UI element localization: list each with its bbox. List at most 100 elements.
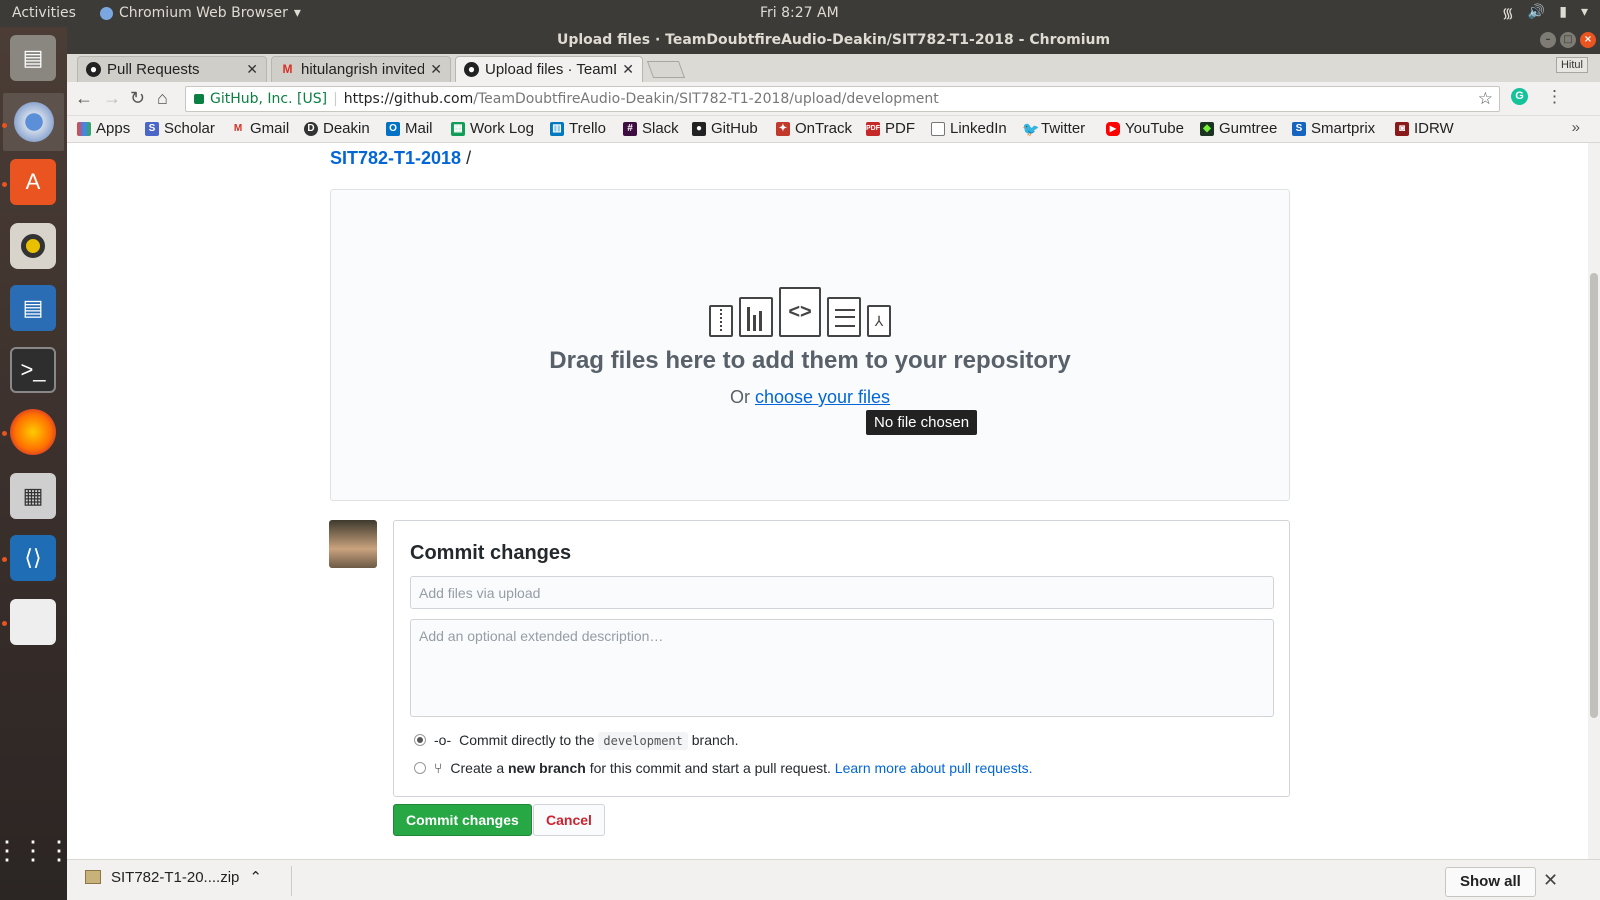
- bookmark-scholar[interactable]: S Scholar: [145, 120, 215, 137]
- cancel-button[interactable]: Cancel: [533, 804, 605, 836]
- commit-direct-radio[interactable]: [414, 734, 426, 746]
- zip-archive-icon: [85, 870, 101, 884]
- new-branch-option[interactable]: ⑂ Create a new branch for this commit an…: [414, 760, 1032, 776]
- system-top-bar: Activities Chromium Web Browser ▾ Fri 8:…: [0, 0, 1600, 27]
- browser-toolbar: ← → ↻ ⌂ GitHub, Inc. [US] | https://gith…: [67, 82, 1600, 116]
- minimize-button[interactable]: –: [1540, 32, 1556, 48]
- profile-button[interactable]: Hitul: [1555, 57, 1588, 73]
- bookmark-apps[interactable]: Apps: [77, 120, 130, 137]
- forward-icon[interactable]: →: [103, 88, 121, 109]
- system-tray[interactable]: ᯾ 🔊 ▮ ▾: [1502, 4, 1588, 23]
- bookmark-pdf[interactable]: PDF PDF: [866, 120, 915, 137]
- repo-link[interactable]: SIT782-T1-2018: [330, 148, 461, 168]
- app-menu[interactable]: Chromium Web Browser ▾: [100, 5, 301, 21]
- calculator-icon[interactable]: ▦: [10, 473, 56, 519]
- breadcrumb-separator: /: [466, 148, 472, 168]
- close-tab-icon[interactable]: ✕: [430, 61, 442, 78]
- files-icon[interactable]: ▤: [10, 35, 56, 81]
- tab-upload-files[interactable]: ● Upload files · TeamD ✕: [455, 56, 643, 82]
- rhythmbox-icon[interactable]: [10, 223, 56, 269]
- show-apps-icon[interactable]: ⋮⋮⋮: [0, 827, 72, 873]
- page-icon: [931, 121, 945, 136]
- bookmark-gumtree[interactable]: ◆ Gumtree: [1200, 120, 1277, 137]
- writer-icon[interactable]: ▤: [10, 285, 56, 331]
- tab-pull-requests[interactable]: ● Pull Requests ✕: [77, 56, 267, 82]
- bookmarks-overflow-icon[interactable]: »: [1572, 119, 1580, 136]
- scrollbar-thumb[interactable]: [1590, 273, 1598, 718]
- bookmark-github[interactable]: ● GitHub: [692, 120, 758, 137]
- close-tab-icon[interactable]: ✕: [622, 61, 634, 78]
- user-avatar[interactable]: [329, 520, 377, 568]
- running-indicator: [2, 621, 7, 626]
- document-icon[interactable]: [10, 599, 56, 645]
- chromium-launcher-icon[interactable]: [3, 93, 64, 151]
- bookmark-label: OnTrack: [795, 120, 852, 137]
- gumtree-icon: ◆: [1200, 121, 1214, 136]
- pdf-file-icon: ⅄: [867, 305, 891, 337]
- bookmark-mail[interactable]: O Mail: [386, 120, 433, 137]
- bookmark-trello[interactable]: ▥ Trello: [550, 120, 606, 137]
- bookmark-work-log[interactable]: ▦ Work Log: [451, 120, 534, 137]
- bookmark-ontrack[interactable]: ✦ OnTrack: [776, 120, 852, 137]
- learn-more-link[interactable]: Learn more about pull requests.: [835, 760, 1033, 776]
- home-icon[interactable]: ⌂: [157, 88, 168, 109]
- close-window-button[interactable]: ×: [1580, 32, 1596, 48]
- browser-menu-icon[interactable]: ⋮: [1546, 87, 1563, 107]
- commit-changes-button[interactable]: Commit changes: [393, 804, 532, 836]
- tab-label: Pull Requests: [107, 61, 200, 78]
- close-download-shelf-icon[interactable]: ✕: [1543, 870, 1558, 891]
- divider: |: [333, 91, 338, 107]
- page-content: SIT782-T1-2018 / <> ⅄ Drag files here to…: [67, 143, 1600, 859]
- bookmark-label: Gmail: [250, 120, 290, 137]
- grammarly-extension-icon[interactable]: G: [1511, 88, 1528, 105]
- bookmark-label: YouTube: [1125, 120, 1184, 137]
- clock[interactable]: Fri 8:27 AM: [760, 5, 839, 21]
- dock-launcher: ▤ A ▤ >_ ▦ ⟨⟩ ⋮⋮⋮: [0, 27, 72, 900]
- download-shelf: SIT782-T1-20....zip ⌃ Show all ✕: [67, 859, 1600, 900]
- bookmark-youtube[interactable]: ▶ YouTube: [1106, 120, 1184, 137]
- vscode-icon[interactable]: ⟨⟩: [10, 535, 56, 581]
- gmail-icon: M: [282, 62, 293, 76]
- bookmark-slack[interactable]: # Slack: [623, 120, 679, 137]
- tab-gmail[interactable]: M hitulangrish invited ✕: [271, 56, 451, 82]
- file-type-icons: <> ⅄: [709, 287, 891, 337]
- commit-description-textarea[interactable]: Add an optional extended description…: [410, 619, 1274, 717]
- show-all-downloads-button[interactable]: Show all: [1445, 867, 1536, 897]
- commit-direct-option[interactable]: -o- Commit directly to the development b…: [414, 732, 738, 750]
- bookmark-gmail[interactable]: M Gmail: [231, 120, 289, 137]
- bookmark-label: Scholar: [164, 120, 215, 137]
- file-drop-zone[interactable]: <> ⅄ Drag files here to add them to your…: [330, 189, 1290, 501]
- firefox-icon[interactable]: [10, 409, 56, 455]
- new-tab-button[interactable]: [646, 61, 686, 78]
- running-indicator: [2, 431, 7, 436]
- close-tab-icon[interactable]: ✕: [246, 61, 258, 78]
- choose-files-link[interactable]: choose your files: [755, 387, 890, 407]
- bookmark-smartprix[interactable]: S Smartprix: [1292, 120, 1375, 137]
- caret-down-icon: ▾: [293, 5, 301, 21]
- address-bar[interactable]: GitHub, Inc. [US] | https://github.com/T…: [185, 86, 1500, 112]
- back-icon[interactable]: ←: [75, 88, 93, 109]
- reload-icon[interactable]: ↻: [130, 88, 145, 109]
- commit-form: Commit changes Add files via upload Add …: [393, 520, 1290, 797]
- bookmark-twitter[interactable]: 🐦 Twitter: [1022, 120, 1085, 137]
- software-center-icon[interactable]: A: [10, 159, 56, 205]
- new-branch-radio[interactable]: [414, 762, 426, 774]
- commit-summary-input[interactable]: Add files via upload: [410, 576, 1274, 609]
- bookmark-deakin[interactable]: D Deakin: [304, 120, 370, 137]
- download-item[interactable]: SIT782-T1-20....zip ⌃: [85, 868, 262, 886]
- smartprix-icon: S: [1292, 121, 1306, 136]
- activities-button[interactable]: Activities: [12, 5, 76, 21]
- or-text: Or: [729, 387, 750, 407]
- vertical-scrollbar[interactable]: [1588, 143, 1600, 859]
- bookmark-star-icon[interactable]: ☆: [1478, 89, 1493, 109]
- battery-icon: ▮: [1559, 4, 1567, 20]
- slack-icon: #: [623, 121, 637, 136]
- chevron-up-icon[interactable]: ⌃: [249, 868, 262, 886]
- bookmark-idrw[interactable]: ◙ IDRW: [1395, 120, 1454, 137]
- download-filename: SIT782-T1-20....zip: [111, 868, 240, 886]
- maximize-button[interactable]: □: [1560, 32, 1576, 48]
- bookmark-linkedin[interactable]: LinkedIn: [931, 120, 1007, 137]
- breadcrumb: SIT782-T1-2018 /: [330, 148, 471, 169]
- terminal-icon[interactable]: >_: [10, 347, 56, 393]
- bookmark-label: Smartprix: [1311, 120, 1376, 137]
